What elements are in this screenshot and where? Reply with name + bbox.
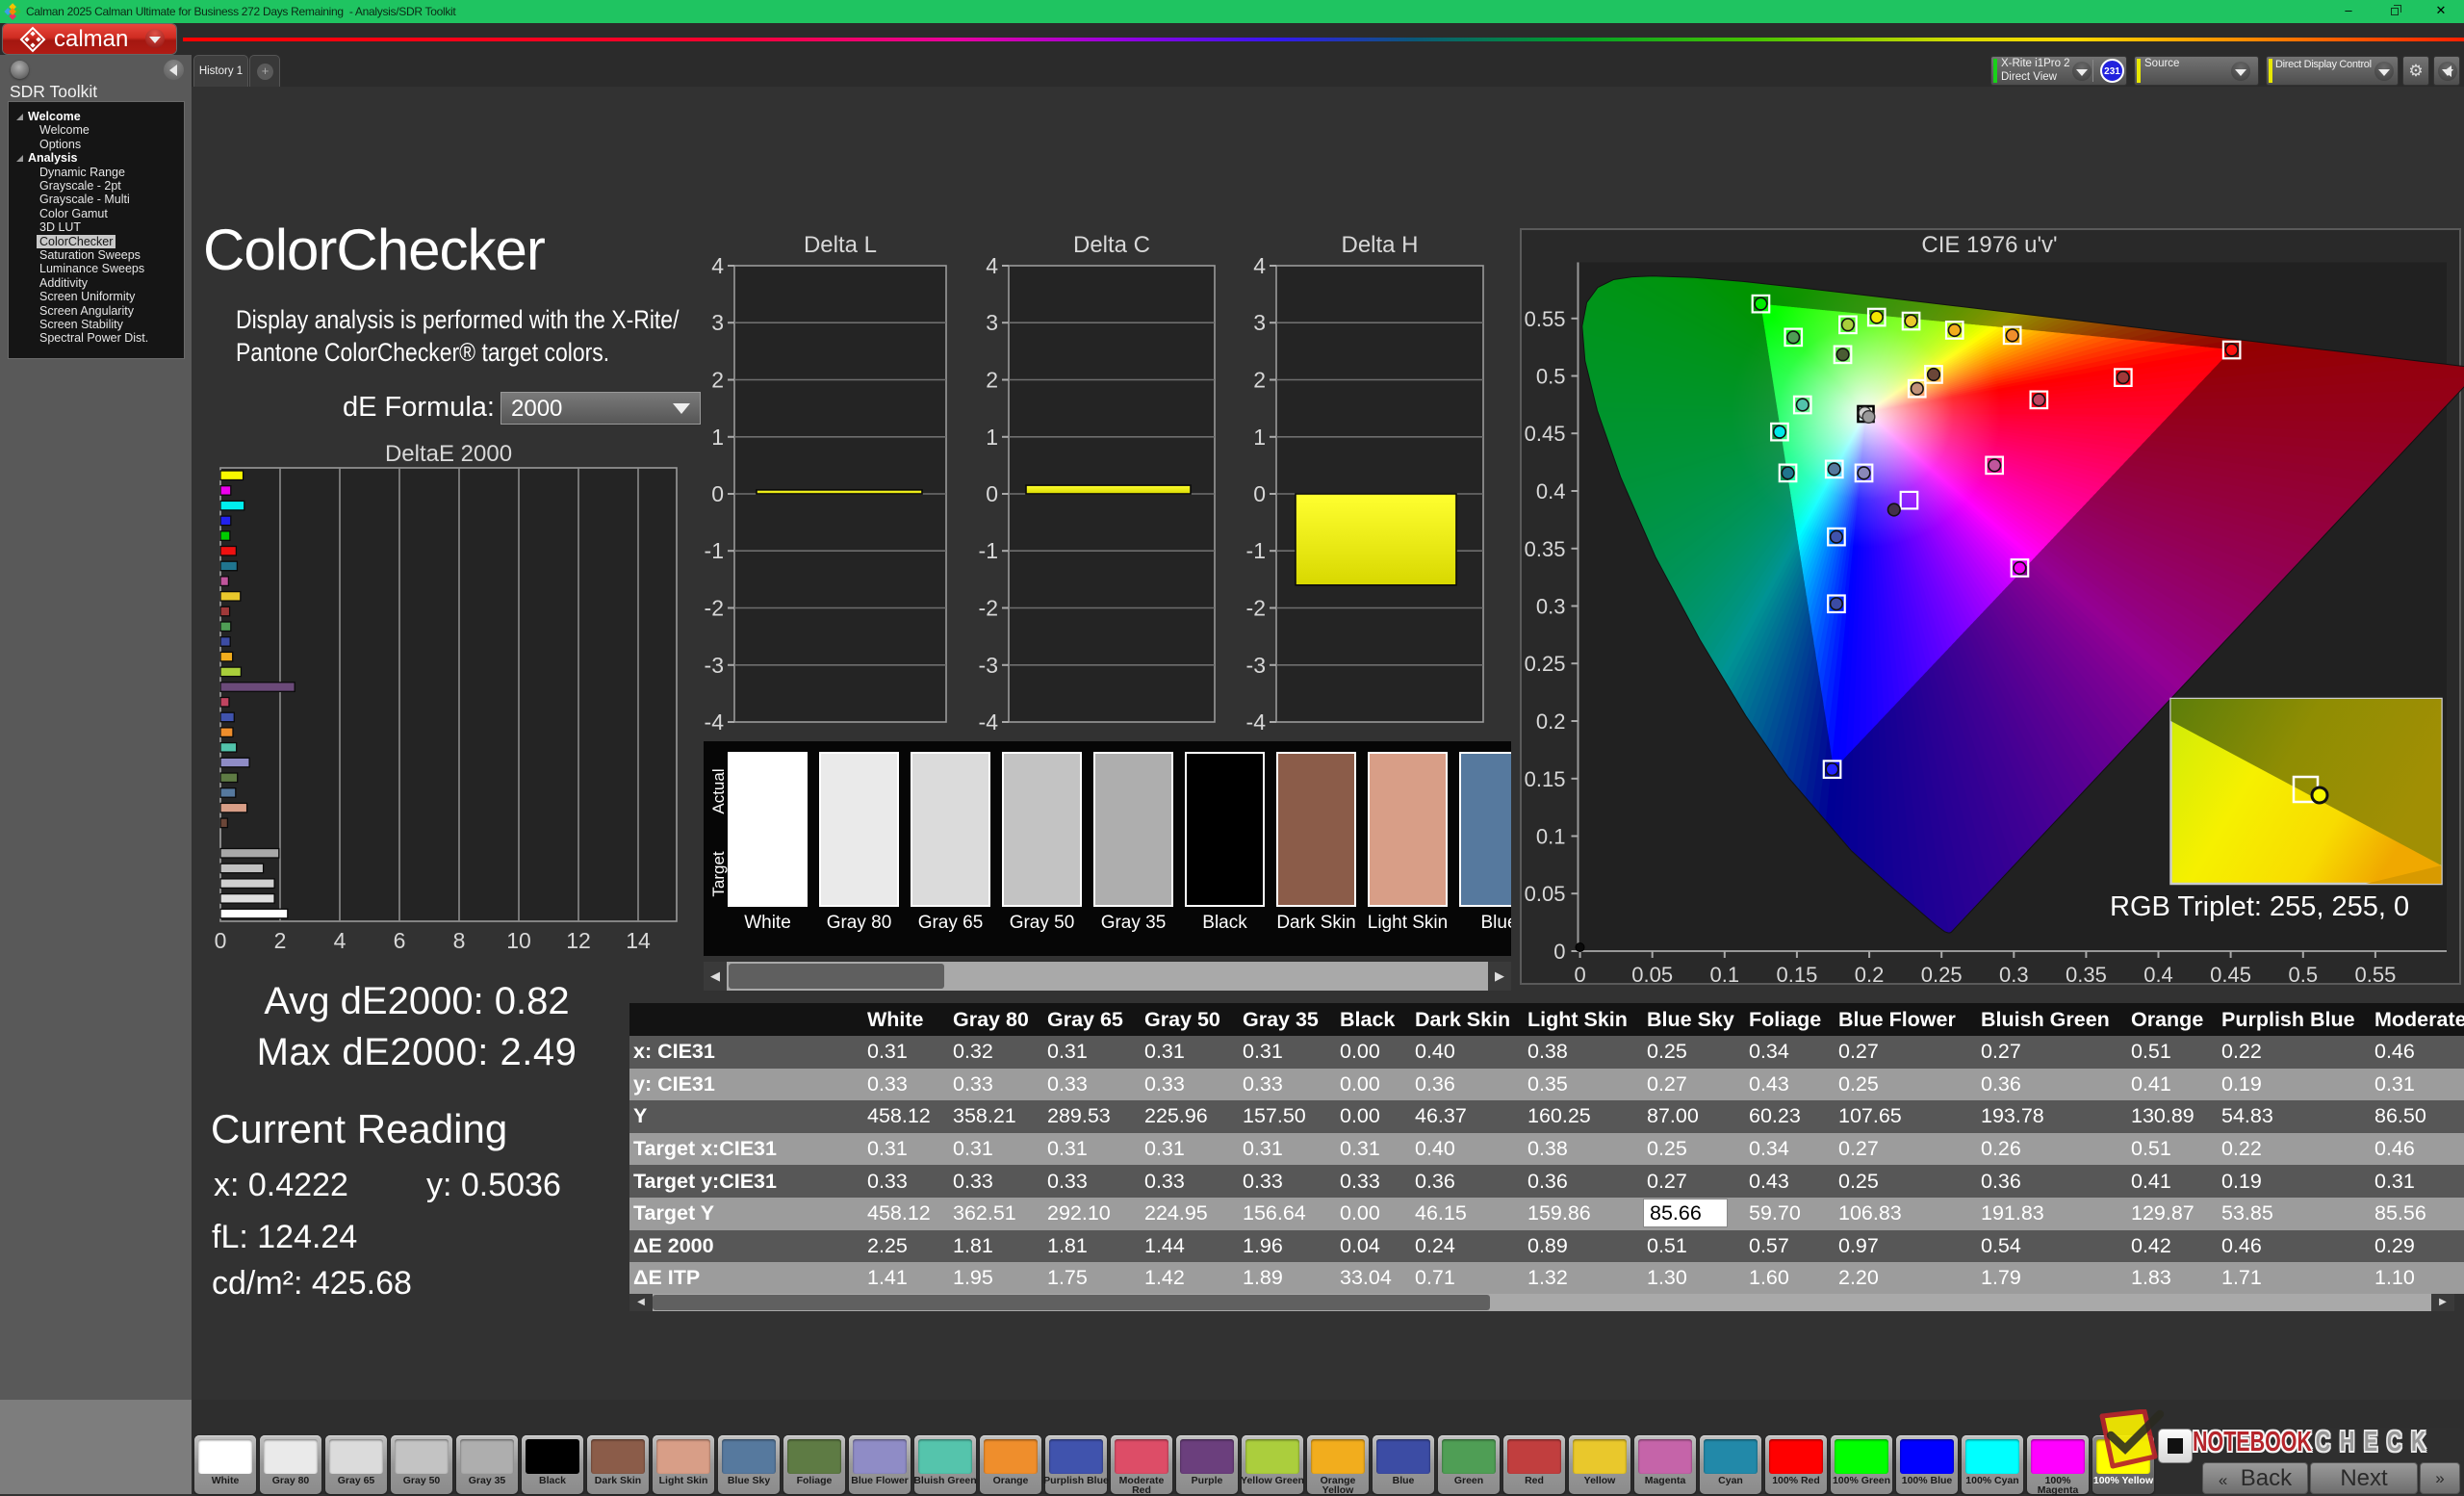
svg-text:0.1: 0.1	[1710, 963, 1740, 987]
svg-text:0.05: 0.05	[1525, 882, 1566, 906]
svg-text:CIE 1976 u'v': CIE 1976 u'v'	[1921, 232, 2057, 258]
svg-text:0.3: 0.3	[1536, 595, 1566, 619]
svg-text:0.15: 0.15	[1525, 767, 1566, 791]
svg-text:0.55: 0.55	[1525, 307, 1566, 331]
svg-text:0.3: 0.3	[1999, 963, 2029, 987]
svg-text:0.4: 0.4	[2143, 963, 2173, 987]
svg-text:0.25: 0.25	[1525, 652, 1566, 676]
svg-text:0: 0	[1574, 963, 1585, 987]
svg-text:0.05: 0.05	[1631, 963, 1673, 987]
svg-text:0.55: 0.55	[2354, 963, 2396, 987]
svg-text:0.35: 0.35	[1525, 537, 1566, 561]
svg-text:0.5: 0.5	[1536, 365, 1566, 389]
svg-text:0: 0	[1553, 940, 1565, 964]
svg-text:0.35: 0.35	[2066, 963, 2107, 987]
svg-text:0.2: 0.2	[1536, 709, 1566, 734]
svg-text:0.1: 0.1	[1536, 825, 1566, 849]
svg-text:0.25: 0.25	[1921, 963, 1963, 987]
svg-text:0.45: 0.45	[1525, 422, 1566, 446]
svg-text:0.45: 0.45	[2210, 963, 2251, 987]
svg-text:0.5: 0.5	[2289, 963, 2319, 987]
svg-text:RGB Triplet: 255, 255, 0: RGB Triplet: 255, 255, 0	[2110, 891, 2409, 922]
svg-text:0.15: 0.15	[1776, 963, 1817, 987]
svg-text:0.2: 0.2	[1855, 963, 1885, 987]
svg-text:0.4: 0.4	[1536, 479, 1566, 503]
